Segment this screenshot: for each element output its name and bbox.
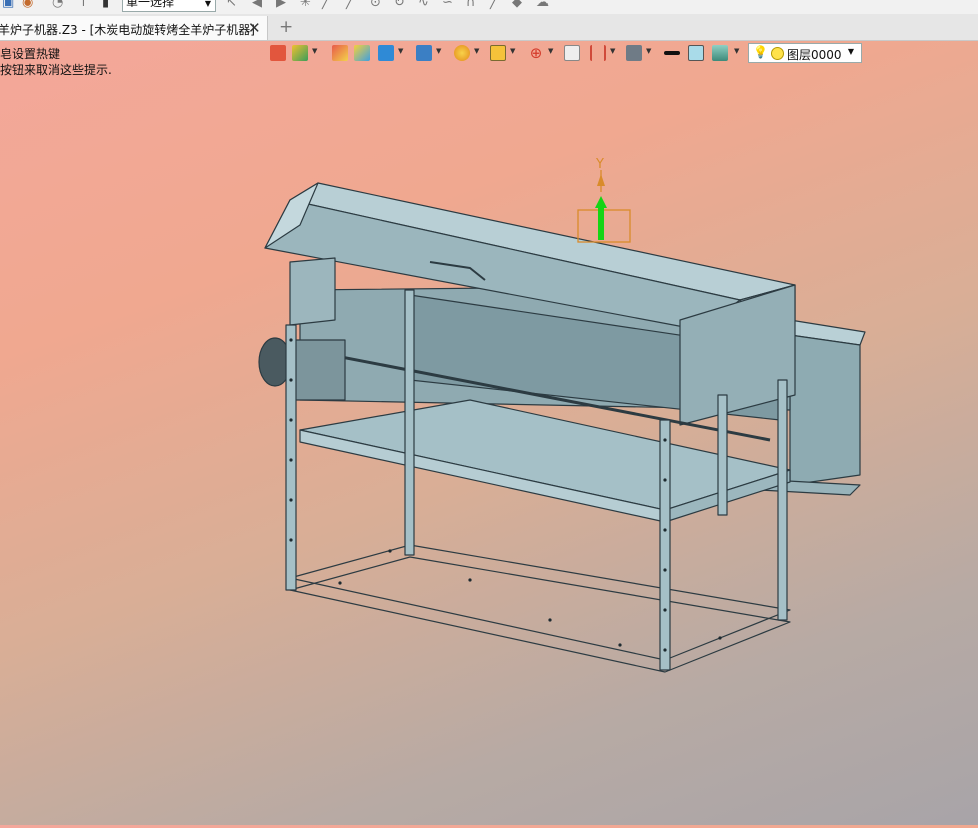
curve-icon[interactable]: ╱: [346, 0, 360, 10]
chevron-down-icon[interactable]: ▼: [646, 47, 651, 55]
frame-icon[interactable]: [490, 45, 506, 61]
redo-icon[interactable]: ↑: [78, 0, 92, 10]
axis-icon[interactable]: ✳: [300, 0, 314, 10]
lightbulb-icon: 💡: [753, 45, 768, 59]
lower-frame-bottom: [289, 556, 791, 673]
refresh-icon[interactable]: ↻: [394, 0, 408, 10]
shape-icon[interactable]: ◆: [512, 0, 526, 10]
document-tab[interactable]: 羊炉子机器.Z3 - [木炭电动旋转烤全羊炉子机器] ✕: [0, 16, 268, 40]
chevron-down-icon[interactable]: ▼: [548, 47, 553, 55]
history-icon[interactable]: ◔: [52, 0, 66, 10]
wave-icon[interactable]: ∽: [442, 0, 456, 10]
chevron-down-icon[interactable]: ▼: [734, 47, 739, 55]
quick-access-toolbar: ▣ ◉ ◔ ↑ ▮ 單一选择 ▼ ↖ ◀ ▶ ✳ ╱ ╱ ⊙ ↻ ∿ ∽ ∩ ╱…: [0, 0, 978, 15]
chevron-down-icon[interactable]: ▼: [398, 47, 403, 55]
axis-y-label: Y: [595, 157, 604, 172]
close-tab-button[interactable]: ✕: [248, 19, 261, 37]
layer-name: 图层0000: [787, 48, 842, 62]
cad-model-view[interactable]: Y: [0, 66, 978, 825]
chevron-down-icon: ▼: [847, 47, 854, 56]
chevron-down-icon[interactable]: ▼: [436, 47, 441, 55]
chevron-down-icon[interactable]: ▼: [312, 47, 317, 55]
monitor-icon[interactable]: [626, 45, 642, 61]
layer-selector[interactable]: 💡 图层0000 ▼: [748, 43, 862, 63]
view-icon[interactable]: [564, 45, 580, 61]
palette-icon[interactable]: ◉: [22, 0, 36, 10]
chevron-down-icon[interactable]: ▼: [510, 47, 515, 55]
palette-dropdown-icon[interactable]: [292, 45, 308, 61]
arrow-icon[interactable]: ◀: [252, 0, 266, 10]
cloud-icon[interactable]: ☁: [536, 0, 550, 10]
select-mode-dropdown[interactable]: 單一选择 ▼: [122, 0, 216, 12]
target-icon[interactable]: ⊕: [528, 45, 544, 61]
graphics-viewport[interactable]: Y: [0, 66, 978, 825]
motor-housing: [294, 339, 346, 401]
leg-front-mid: [659, 419, 671, 671]
line-icon[interactable]: ╱: [322, 0, 336, 10]
hint-line-1: 皂设置热键: [0, 47, 61, 61]
document-icon[interactable]: ▮: [102, 0, 116, 10]
pencil-icon[interactable]: [332, 45, 348, 61]
new-tab-button[interactable]: +: [279, 17, 293, 37]
document-tab-title: 羊炉子机器.Z3 - [木炭电动旋转烤全羊炉子机器]: [0, 23, 255, 37]
circle-icon[interactable]: ⊙: [370, 0, 384, 10]
spline-icon[interactable]: ∿: [418, 0, 432, 10]
display-icon[interactable]: [416, 45, 432, 61]
leg-back-right: [777, 379, 788, 621]
sphere-icon[interactable]: [454, 45, 470, 61]
leg-front-left: [285, 324, 297, 591]
chevron-down-icon: ▼: [204, 0, 211, 8]
pick-icon[interactable]: ↖: [226, 0, 240, 10]
arc-icon[interactable]: ∩: [466, 0, 480, 10]
play-icon[interactable]: ▶: [276, 0, 290, 10]
chevron-down-icon[interactable]: ▼: [474, 47, 479, 55]
axis-gizmo[interactable]: Y: [577, 157, 631, 243]
select-mode-value: 單一选择: [126, 0, 175, 9]
layers-icon[interactable]: [712, 45, 728, 61]
lower-frame-top: [289, 544, 791, 661]
exit-icon[interactable]: [270, 45, 286, 61]
leg-back-left: [404, 289, 415, 556]
side-cabinet: [789, 334, 861, 486]
chevron-down-icon[interactable]: ▼: [610, 47, 615, 55]
diagonal-icon[interactable]: ╱: [490, 0, 504, 10]
leg-mid-right: [717, 394, 728, 516]
clip-icon[interactable]: [590, 45, 606, 61]
left-end-panel: [289, 257, 336, 326]
save-icon[interactable]: ▣: [2, 0, 16, 10]
box-icon[interactable]: [354, 45, 370, 61]
cube-icon[interactable]: [378, 45, 394, 61]
line-color-swatch[interactable]: [664, 51, 680, 55]
layer-color-dot: [771, 47, 784, 60]
document-tab-bar: 羊炉子机器.Z3 - [木炭电动旋转烤全羊炉子机器] ✕ +: [0, 14, 978, 41]
fill-color-swatch[interactable]: [688, 45, 704, 61]
